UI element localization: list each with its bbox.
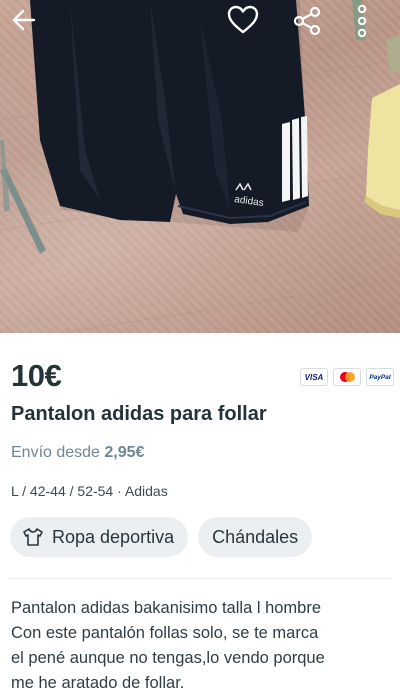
listing-description: Pantalon adidas bakanisimo talla l hombr…: [11, 596, 396, 696]
listing-attributes: L / 42-44 / 52-54 · Adidas: [11, 483, 168, 499]
chip-label: Ropa deportiva: [52, 526, 175, 547]
more-options-button[interactable]: [356, 4, 386, 46]
back-button[interactable]: [10, 6, 50, 46]
shipping-info: Envío desde 2,95€: [11, 444, 144, 462]
description-line: me he aratado de follar.: [11, 674, 185, 692]
description-line: Con este pantalón follas solo, se te mar…: [11, 624, 319, 642]
heart-icon: [227, 5, 259, 34]
payment-methods: VISA PayPal: [300, 368, 394, 386]
paypal-badge: PayPal: [366, 368, 394, 386]
chip-label: Chándales: [212, 526, 299, 547]
listing-title: Pantalon adidas para follar: [11, 403, 267, 425]
product-photo[interactable]: adidas: [0, 0, 400, 333]
category-chips: Ropa deportiva Chándales: [10, 517, 313, 557]
category-chip-chandales[interactable]: Chándales: [198, 517, 313, 557]
more-vertical-icon: [357, 4, 367, 38]
description-line: el pené aunque no tengas,lo vendo porque: [11, 649, 325, 667]
top-navigation-bar: [0, 0, 400, 56]
arrow-left-icon: [12, 9, 36, 31]
description-line: Pantalon adidas bakanisimo talla l hombr…: [11, 599, 322, 617]
category-chip-ropa-deportiva[interactable]: Ropa deportiva: [10, 517, 189, 557]
share-icon: [293, 6, 321, 36]
shipping-label: Envío desde: [11, 444, 100, 461]
favorite-button[interactable]: [226, 4, 268, 46]
visa-badge: VISA: [300, 368, 328, 386]
section-divider: [10, 578, 390, 579]
share-button[interactable]: [292, 6, 330, 46]
price: 10€: [11, 358, 62, 393]
shipping-price: 2,95€: [104, 444, 145, 461]
tshirt-icon: [23, 528, 43, 546]
mastercard-icon: [333, 368, 361, 386]
